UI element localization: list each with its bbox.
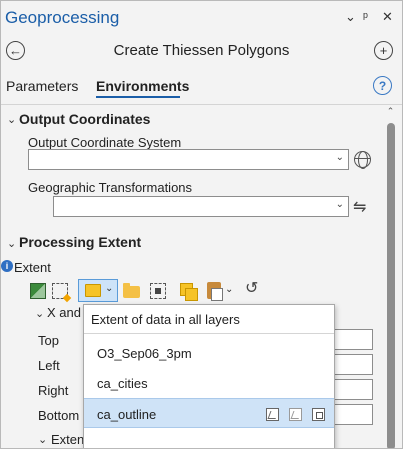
transformation-swap-icon[interactable]: ⇋	[353, 197, 366, 217]
chevron-down-icon[interactable]: ⌄	[35, 307, 44, 320]
layer-icon	[85, 284, 101, 297]
default-extent-icon[interactable]	[30, 283, 46, 299]
geoprocessing-pane: Geoprocessing ⌄ ᵖ ✕ ← Create Thiessen Po…	[0, 0, 403, 449]
chevron-down-icon: ⌄	[335, 152, 344, 163]
extent-from-layer-button[interactable]: ⌄	[78, 279, 118, 302]
union-extent-icon[interactable]	[266, 408, 279, 421]
x-and-y-extent-label: X and	[47, 305, 81, 320]
zoom-to-extent-icon[interactable]	[312, 408, 325, 421]
output-coordinate-system-dropdown[interactable]: ⌄	[28, 149, 349, 170]
intersect-extent-icon[interactable]	[289, 408, 302, 421]
layer-option-o3-sep06-3pm[interactable]: O3_Sep06_3pm	[84, 338, 334, 368]
chevron-down-icon: ⌄	[105, 283, 114, 294]
extent-layers-dropdown: Extent of data in all layers O3_Sep06_3p…	[83, 304, 335, 448]
copy-extent-icon[interactable]	[180, 283, 198, 301]
browse-folder-icon[interactable]	[123, 283, 140, 298]
left-label: Left	[38, 358, 60, 373]
chevron-down-icon[interactable]: ⌄	[38, 433, 47, 446]
chevron-down-icon[interactable]: ⌄	[225, 284, 233, 295]
options-chevron-icon[interactable]: ⌄	[345, 9, 356, 25]
layer-option-ca-cities[interactable]: ca_cities	[84, 368, 334, 398]
layer-option-label: ca_cities	[97, 376, 148, 391]
pane-title: Geoprocessing	[5, 8, 120, 27]
draw-extent-icon[interactable]	[52, 283, 68, 299]
globe-icon[interactable]	[354, 151, 371, 169]
processing-extent-header[interactable]: Processing Extent	[19, 234, 141, 250]
bottom-label: Bottom	[38, 408, 80, 423]
paste-extent-icon[interactable]	[207, 282, 223, 301]
add-plus-icon[interactable]: +	[374, 41, 393, 60]
layer-option-ca-outline[interactable]: ca_outline	[84, 398, 334, 428]
select-extent-icon[interactable]	[150, 283, 166, 299]
active-tab-indicator	[96, 96, 180, 98]
tool-name: Create Thiessen Polygons	[113, 42, 290, 59]
vertical-scrollbar[interactable]	[387, 123, 395, 448]
geographic-transformations-label: Geographic Transformations	[28, 180, 193, 195]
layer-option-label: O3_Sep06_3pm	[97, 346, 192, 361]
question-icon[interactable]: ?	[373, 76, 392, 95]
info-icon[interactable]: i	[1, 260, 13, 272]
geographic-transformations-dropdown[interactable]: ⌄	[53, 196, 349, 217]
extent-label: Extent	[14, 260, 51, 275]
pin-icon[interactable]: ᵖ	[363, 9, 368, 24]
close-icon[interactable]: ✕	[382, 9, 393, 25]
right-label: Right	[38, 383, 69, 398]
chevron-down-icon: ⌄	[335, 199, 344, 210]
output-coordinate-system-label: Output Coordinate System	[28, 135, 182, 150]
scroll-up-arrow-icon[interactable]: ⌃	[384, 106, 397, 117]
top-label: Top	[38, 333, 59, 348]
reset-icon[interactable]: ↺	[245, 280, 258, 298]
divider	[84, 333, 334, 334]
tab-environments[interactable]: Environments	[96, 78, 189, 94]
pane-titlebar: Geoprocessing ⌄ ᵖ ✕	[1, 1, 402, 35]
chevron-down-icon[interactable]: ⌄	[7, 113, 16, 126]
chevron-down-icon[interactable]: ⌄	[7, 237, 16, 250]
dropdown-header: Extent of data in all layers	[91, 312, 240, 327]
layer-option-label: ca_outline	[97, 407, 157, 422]
tab-parameters[interactable]: Parameters	[6, 78, 78, 94]
output-coordinates-header[interactable]: Output Coordinates	[19, 111, 150, 127]
